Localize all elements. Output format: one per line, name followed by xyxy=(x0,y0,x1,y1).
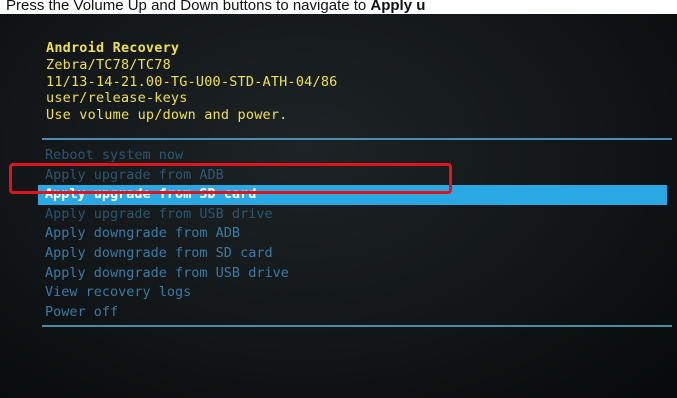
recovery-screen: Android Recovery Zebra/TC78/TC78 11/13-1… xyxy=(0,14,677,398)
menu-item-view-logs[interactable]: View recovery logs xyxy=(0,283,677,303)
menu-item-downgrade-sd-card[interactable]: Apply downgrade from SD card xyxy=(0,244,677,264)
menu-item-downgrade-usb[interactable]: Apply downgrade from USB drive xyxy=(0,264,677,284)
caption-text: Press the Volume Up and Down buttons to … xyxy=(6,0,371,14)
page: Press the Volume Up and Down buttons to … xyxy=(0,0,677,398)
bottom-divider xyxy=(42,325,672,327)
build-id: 11/13-14-21.00-TG-U00-STD-ATH-04/86 xyxy=(46,73,338,90)
recovery-header: Android Recovery Zebra/TC78/TC78 11/13-1… xyxy=(46,40,337,124)
instruction-caption: Press the Volume Up and Down buttons to … xyxy=(6,0,425,15)
top-divider xyxy=(42,138,672,140)
selection-highlight-box xyxy=(9,163,452,194)
recovery-title: Android Recovery xyxy=(46,40,180,56)
build-keys: user/release-keys xyxy=(46,90,188,107)
caption-bold-text: Apply u xyxy=(370,0,426,14)
menu-item-power-off[interactable]: Power off xyxy=(0,303,677,323)
device-model: Zebra/TC78/TC78 xyxy=(46,56,171,73)
menu-item-downgrade-adb[interactable]: Apply downgrade from ADB xyxy=(0,224,677,244)
usage-hint: Use volume up/down and power. xyxy=(46,107,288,124)
menu-item-upgrade-usb[interactable]: Apply upgrade from USB drive xyxy=(0,205,677,225)
